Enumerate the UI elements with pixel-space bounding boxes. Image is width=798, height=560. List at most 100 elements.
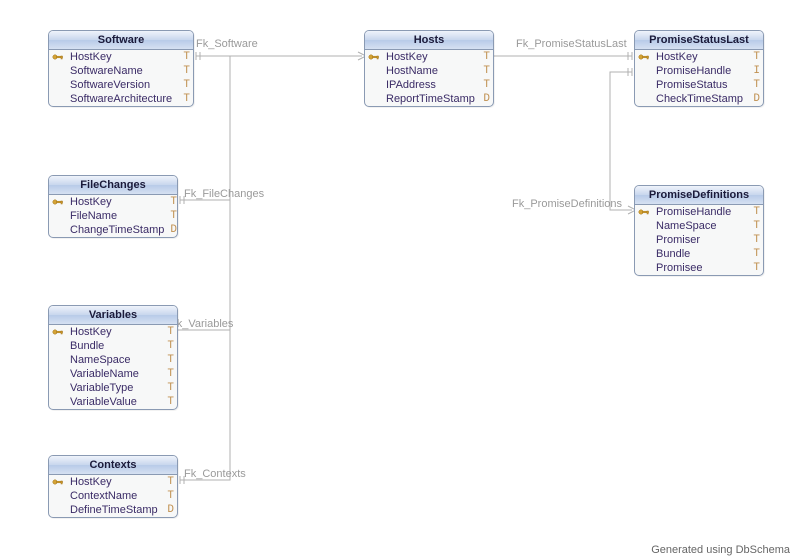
column-type: T xyxy=(749,205,763,219)
column-type: T xyxy=(749,78,763,92)
column-type: T xyxy=(163,475,177,489)
column-row[interactable]: VariableValueT xyxy=(49,395,177,409)
fk-label-software: Fk_Software xyxy=(196,38,258,50)
column-type: T xyxy=(163,353,177,367)
column-row[interactable]: SoftwareVersionT xyxy=(49,78,193,92)
blank-icon xyxy=(365,92,383,106)
table-header: PromiseStatusLast xyxy=(635,31,763,50)
column-type: T xyxy=(479,78,493,92)
column-row[interactable]: FileNameT xyxy=(49,209,178,223)
table-promisestatuslast[interactable]: PromiseStatusLast HostKeyTPromiseHandleI… xyxy=(634,30,764,107)
column-name: FileName xyxy=(67,209,167,223)
column-type: T xyxy=(163,381,177,395)
column-name: HostKey xyxy=(67,195,167,209)
column-row[interactable]: NameSpaceT xyxy=(635,219,763,233)
table-header: FileChanges xyxy=(49,176,177,195)
column-row[interactable]: BundleT xyxy=(49,339,177,353)
blank-icon xyxy=(635,92,653,106)
key-icon xyxy=(52,52,64,62)
table-filechanges[interactable]: FileChanges HostKeyTFileNameTChangeTimeS… xyxy=(48,175,178,238)
column-name: ReportTimeStamp xyxy=(383,92,479,106)
fk-label-filechanges: Fk_FileChanges xyxy=(184,188,264,200)
table-columns: HostKeyTPromiseHandleIPromiseStatusTChec… xyxy=(635,50,763,106)
column-row[interactable]: PromiseHandleT xyxy=(635,205,763,219)
blank-icon xyxy=(635,219,653,233)
table-software[interactable]: Software HostKeyTSoftwareNameTSoftwareVe… xyxy=(48,30,194,107)
column-name: PromiseHandle xyxy=(653,205,749,219)
table-variables[interactable]: Variables HostKeyTBundleTNameSpaceTVaria… xyxy=(48,305,178,410)
blank-icon xyxy=(49,395,67,409)
column-row[interactable]: VariableTypeT xyxy=(49,381,177,395)
column-type: T xyxy=(749,233,763,247)
blank-icon xyxy=(49,64,67,78)
primary-key-icon xyxy=(635,205,653,219)
column-row[interactable]: ContextNameT xyxy=(49,489,177,503)
column-type: T xyxy=(163,489,177,503)
column-row[interactable]: HostKeyT xyxy=(49,50,193,64)
primary-key-icon xyxy=(49,195,67,209)
table-contexts[interactable]: Contexts HostKeyTContextNameTDefineTimeS… xyxy=(48,455,178,518)
column-row[interactable]: PromiseeT xyxy=(635,261,763,275)
column-type: T xyxy=(163,395,177,409)
column-row[interactable]: SoftwareNameT xyxy=(49,64,193,78)
column-row[interactable]: HostKeyT xyxy=(49,475,177,489)
blank-icon xyxy=(635,64,653,78)
column-name: IPAddress xyxy=(383,78,479,92)
table-promisedefinitions[interactable]: PromiseDefinitions PromiseHandleTNameSpa… xyxy=(634,185,764,276)
column-type: T xyxy=(167,209,178,223)
column-type: T xyxy=(479,64,493,78)
column-row[interactable]: PromiserT xyxy=(635,233,763,247)
column-name: SoftwareVersion xyxy=(67,78,179,92)
column-row[interactable]: HostNameT xyxy=(365,64,493,78)
column-name: CheckTimeStamp xyxy=(653,92,749,106)
column-type: T xyxy=(179,50,193,64)
blank-icon xyxy=(365,64,383,78)
table-header: Software xyxy=(49,31,193,50)
blank-icon xyxy=(49,223,67,237)
fk-label-contexts: Fk_Contexts xyxy=(184,468,246,480)
column-row[interactable]: ReportTimeStampD xyxy=(365,92,493,106)
column-name: HostName xyxy=(383,64,479,78)
column-name: PromiseStatus xyxy=(653,78,749,92)
column-type: T xyxy=(749,261,763,275)
column-row[interactable]: ChangeTimeStampD xyxy=(49,223,178,237)
column-row[interactable]: VariableNameT xyxy=(49,367,177,381)
key-icon xyxy=(638,207,650,217)
column-row[interactable]: NameSpaceT xyxy=(49,353,177,367)
key-icon xyxy=(52,197,64,207)
column-type: D xyxy=(167,223,178,237)
column-name: VariableName xyxy=(67,367,163,381)
blank-icon xyxy=(635,233,653,247)
blank-icon xyxy=(49,209,67,223)
column-row[interactable]: HostKeyT xyxy=(49,195,178,209)
column-row[interactable]: DefineTimeStampD xyxy=(49,503,177,517)
fk-label-promisestatuslast: Fk_PromiseStatusLast xyxy=(516,38,627,50)
column-row[interactable]: HostKeyT xyxy=(365,50,493,64)
column-name: HostKey xyxy=(67,325,163,339)
column-row[interactable]: CheckTimeStampD xyxy=(635,92,763,106)
table-columns: HostKeyTSoftwareNameTSoftwareVersionTSof… xyxy=(49,50,193,106)
table-hosts[interactable]: Hosts HostKeyTHostNameTIPAddressTReportT… xyxy=(364,30,494,107)
column-type: T xyxy=(749,247,763,261)
table-columns: HostKeyTBundleTNameSpaceTVariableNameTVa… xyxy=(49,325,177,409)
footer-text: Generated using DbSchema xyxy=(651,544,790,556)
column-type: T xyxy=(479,50,493,64)
table-header: PromiseDefinitions xyxy=(635,186,763,205)
table-columns: PromiseHandleTNameSpaceTPromiserTBundleT… xyxy=(635,205,763,275)
column-row[interactable]: BundleT xyxy=(635,247,763,261)
blank-icon xyxy=(365,78,383,92)
column-row[interactable]: IPAddressT xyxy=(365,78,493,92)
column-name: SoftwareName xyxy=(67,64,179,78)
column-row[interactable]: PromiseStatusT xyxy=(635,78,763,92)
column-name: NameSpace xyxy=(653,219,749,233)
column-type: T xyxy=(179,78,193,92)
key-icon xyxy=(368,52,380,62)
primary-key-icon xyxy=(49,325,67,339)
column-row[interactable]: HostKeyT xyxy=(635,50,763,64)
fk-label-variables: Fk_Variables xyxy=(170,318,233,330)
column-name: SoftwareArchitecture xyxy=(67,92,179,106)
column-row[interactable]: SoftwareArchitectureT xyxy=(49,92,193,106)
column-row[interactable]: PromiseHandleI xyxy=(635,64,763,78)
column-name: Promisee xyxy=(653,261,749,275)
column-row[interactable]: HostKeyT xyxy=(49,325,177,339)
